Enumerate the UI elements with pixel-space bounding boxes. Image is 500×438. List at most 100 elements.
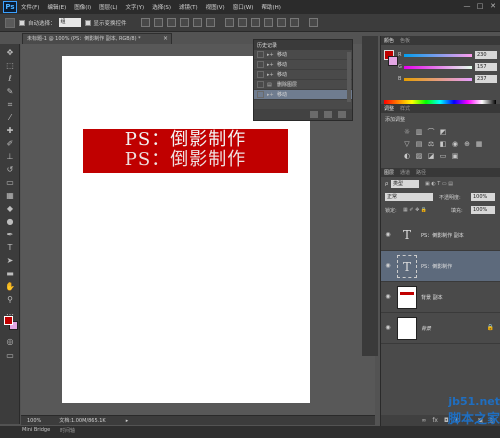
levels-icon[interactable]: ▥ (415, 128, 423, 136)
align-right-icon[interactable] (205, 18, 215, 27)
color-lookup-icon[interactable]: ▦ (475, 140, 483, 148)
history-snapshot-box[interactable] (257, 51, 264, 58)
healing-tool-icon[interactable]: ✚ (4, 125, 16, 137)
mini-bridge-tab[interactable]: Mini Bridge (22, 427, 50, 433)
history-item[interactable]: ▸+ 移动 (254, 60, 352, 70)
menu-view[interactable]: 视图(V) (206, 3, 225, 11)
type-tool-icon[interactable]: T (4, 242, 16, 254)
eye-icon[interactable]: ◉ (384, 262, 392, 270)
gradient-tool-icon[interactable]: ▦ (4, 190, 16, 202)
menu-type[interactable]: 文字(Y) (126, 3, 145, 11)
stamp-tool-icon[interactable]: ⊥ (4, 151, 16, 163)
lock-options-icons[interactable]: ▦ ✐ ✥ 🔒 (403, 207, 427, 213)
history-item[interactable]: ▸+ 移动 (254, 70, 352, 80)
history-brush-tool-icon[interactable]: ↺ (4, 164, 16, 176)
maximize-button[interactable]: □ (475, 2, 485, 11)
minimize-button[interactable]: — (462, 2, 472, 11)
menu-file[interactable]: 文件(F) (21, 3, 39, 11)
history-tab[interactable]: 历史记录 (257, 42, 277, 49)
menu-select[interactable]: 选择(S) (152, 3, 171, 11)
align-hcenter-icon[interactable] (192, 18, 202, 27)
layer-row[interactable]: ◉ 背景 副本 (381, 282, 500, 313)
move-tool-preset-icon[interactable] (5, 17, 15, 28)
distribute-bottom-icon[interactable] (250, 18, 260, 27)
color-balance-icon[interactable]: ⚖ (427, 140, 435, 148)
tab-layers[interactable]: 图层 (384, 169, 394, 176)
history-snapshot-box[interactable] (257, 61, 264, 68)
quick-mask-icon[interactable]: ◎ (4, 336, 16, 348)
blue-slider[interactable] (404, 78, 472, 81)
history-item[interactable]: ▤ 删除图层 (254, 80, 352, 90)
distribute-right-icon[interactable] (289, 18, 299, 27)
align-top-icon[interactable] (140, 18, 150, 27)
auto-select-dropdown[interactable]: 组 (58, 18, 81, 27)
menu-image[interactable]: 图像(I) (74, 3, 91, 11)
exposure-icon[interactable]: ◩ (439, 128, 447, 136)
document-tab-close-icon[interactable]: × (163, 34, 168, 44)
layer-filter-icons[interactable]: ▣ ◐ T ▭ ▤ (425, 181, 453, 187)
gradient-map-icon[interactable]: ▭ (439, 152, 447, 160)
history-snapshot-box[interactable] (257, 91, 264, 98)
foreground-color-swatch[interactable] (4, 316, 13, 325)
distribute-vcenter-icon[interactable] (237, 18, 247, 27)
auto-align-icon[interactable] (308, 18, 318, 27)
photo-filter-icon[interactable]: ◉ (451, 140, 459, 148)
channel-mixer-icon[interactable]: ⊕ (463, 140, 471, 148)
show-transform-checkbox[interactable] (84, 19, 91, 26)
shape-tool-icon[interactable]: ▬ (4, 268, 16, 280)
hand-tool-icon[interactable]: ✋ (4, 281, 16, 293)
blue-value-field[interactable]: 237 (475, 75, 497, 83)
tab-color[interactable]: 颜色 (384, 37, 394, 44)
menu-help[interactable]: 帮助(H) (261, 3, 280, 11)
align-left-icon[interactable] (179, 18, 189, 27)
camera-snapshot-icon[interactable] (324, 111, 332, 118)
tab-adjustments[interactable]: 调整 (384, 105, 394, 112)
invert-icon[interactable]: ◐ (403, 152, 411, 160)
black-white-icon[interactable]: ◧ (439, 140, 447, 148)
zoom-level[interactable]: 100% (27, 418, 41, 424)
selective-color-icon[interactable]: ▣ (451, 152, 459, 160)
menu-layer[interactable]: 图层(L) (99, 3, 117, 11)
menu-filter[interactable]: 滤镜(T) (179, 3, 198, 11)
eraser-tool-icon[interactable]: ▭ (4, 177, 16, 189)
red-value-field[interactable]: 230 (475, 51, 497, 59)
document-info[interactable]: 文档:1.00M/865.1K (59, 417, 105, 424)
layer-name[interactable]: PS：倒影制作 (421, 263, 452, 270)
eye-icon[interactable]: ◉ (384, 293, 392, 301)
hue-saturation-icon[interactable]: ▤ (415, 140, 423, 148)
eyedropper-tool-icon[interactable]: ⁄ (4, 112, 16, 124)
opacity-field[interactable]: 100% (471, 193, 495, 201)
layer-name[interactable]: PS：倒影制作 副本 (421, 232, 464, 239)
new-document-from-state-icon[interactable] (310, 111, 318, 118)
zoom-tool-icon[interactable]: ⚲ (4, 294, 16, 306)
tab-swatches[interactable]: 色板 (400, 37, 410, 44)
brightness-contrast-icon[interactable]: ☼ (403, 128, 411, 136)
status-menu-arrow-icon[interactable]: ▸ (126, 418, 129, 424)
red-slider[interactable] (404, 54, 472, 57)
move-tool-icon[interactable]: ✥ (4, 47, 16, 59)
layer-row[interactable]: ◉ 背景 🔒 (381, 313, 500, 344)
fill-field[interactable]: 100% (471, 206, 495, 214)
curves-icon[interactable]: ⌒ (427, 128, 435, 136)
history-scrollbar[interactable] (347, 52, 351, 102)
trash-icon[interactable] (338, 111, 346, 118)
quick-select-tool-icon[interactable]: ✎ (4, 86, 16, 98)
layer-name[interactable]: 背景 (421, 325, 431, 332)
history-snapshot-box[interactable] (257, 81, 264, 88)
history-snapshot-box[interactable] (257, 71, 264, 78)
screen-mode-icon[interactable]: ▭ (4, 350, 16, 362)
color-panel-background[interactable] (388, 56, 398, 66)
tab-paths[interactable]: 路径 (416, 169, 426, 176)
align-vcenter-icon[interactable] (153, 18, 163, 27)
layer-row-active[interactable]: ◉ T PS：倒影制作 (381, 251, 500, 282)
close-window-button[interactable]: ✕ (488, 2, 498, 11)
history-item-active[interactable]: ▸+ 移动 (254, 90, 352, 100)
brush-tool-icon[interactable]: ✐ (4, 138, 16, 150)
distribute-top-icon[interactable] (224, 18, 234, 27)
document-tab[interactable]: 未标题-1 @ 100% (PS：倒影制作 副本, RGB/8) * × (22, 33, 172, 44)
path-select-tool-icon[interactable]: ➤ (4, 255, 16, 267)
blur-tool-icon[interactable]: ◆ (4, 203, 16, 215)
crop-tool-icon[interactable]: ⌗ (4, 99, 16, 111)
eye-icon[interactable]: ◉ (384, 231, 392, 239)
vibrance-icon[interactable]: ▽ (403, 140, 411, 148)
